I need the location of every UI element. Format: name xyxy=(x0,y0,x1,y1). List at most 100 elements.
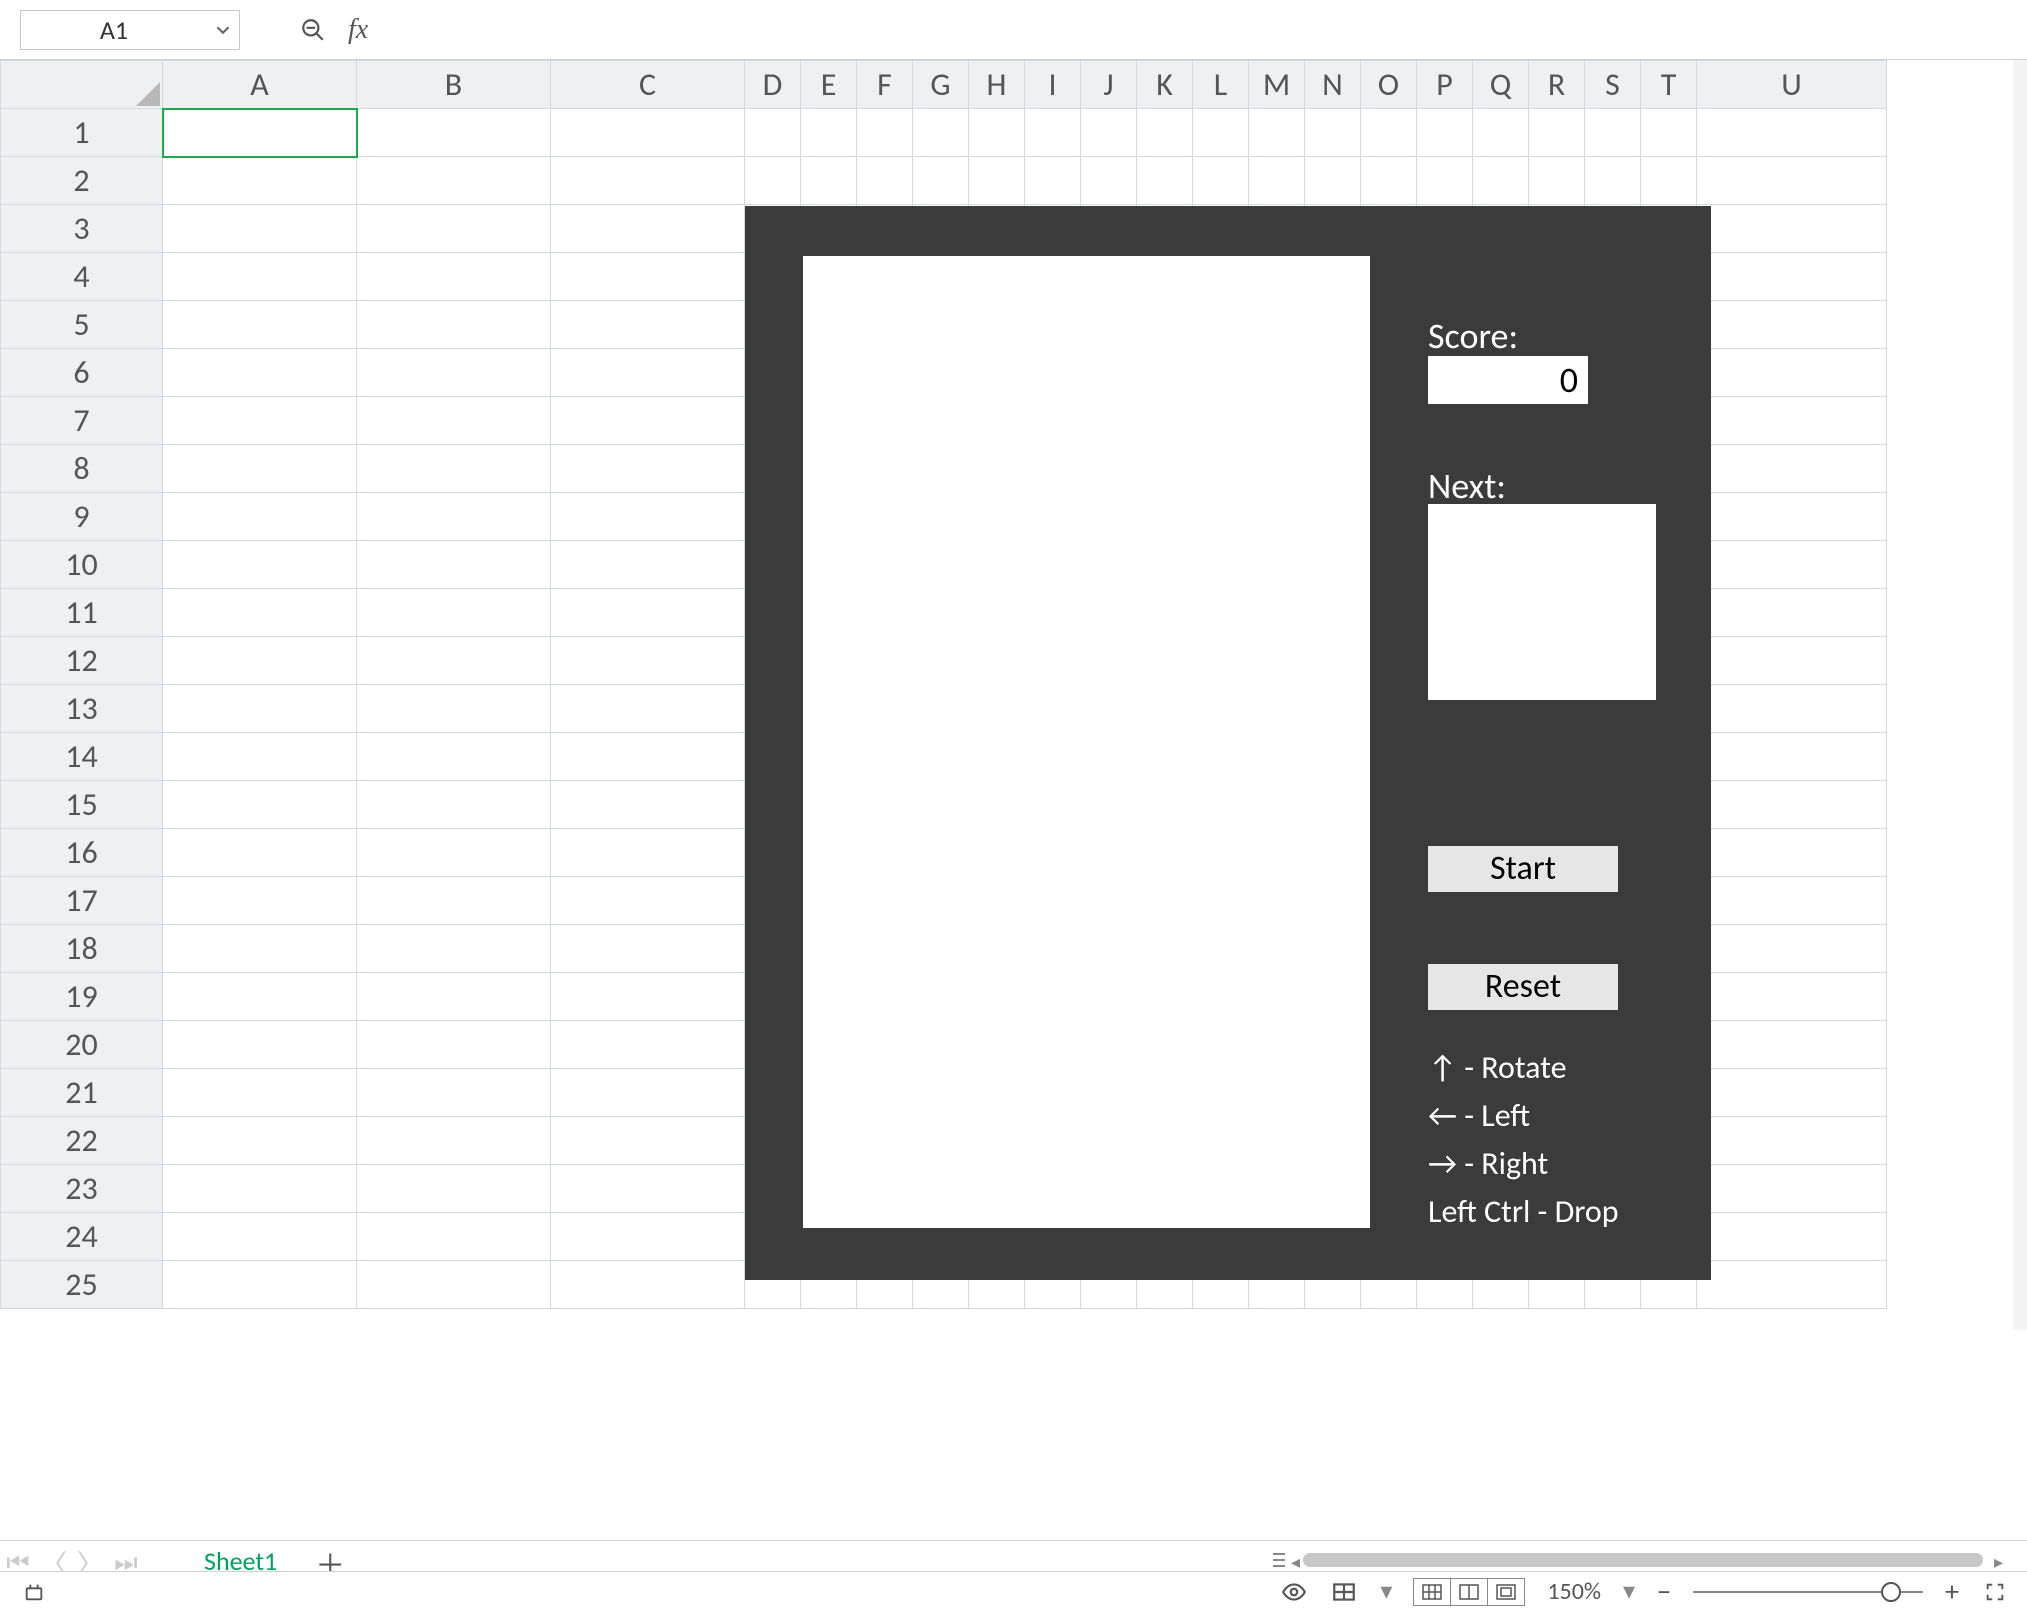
cell-B20[interactable] xyxy=(357,1021,551,1069)
cell-B25[interactable] xyxy=(357,1261,551,1309)
row-header-11[interactable]: 11 xyxy=(1,589,163,637)
cell-B18[interactable] xyxy=(357,925,551,973)
cell-C3[interactable] xyxy=(551,205,745,253)
row-header-6[interactable]: 6 xyxy=(1,349,163,397)
cell-T2[interactable] xyxy=(1641,157,1697,205)
cell-B12[interactable] xyxy=(357,637,551,685)
cell-U2[interactable] xyxy=(1697,157,1887,205)
row-header-21[interactable]: 21 xyxy=(1,1069,163,1117)
cell-C12[interactable] xyxy=(551,637,745,685)
cell-C15[interactable] xyxy=(551,781,745,829)
cell-O1[interactable] xyxy=(1361,109,1417,157)
cell-A16[interactable] xyxy=(163,829,357,877)
reset-button[interactable]: Reset xyxy=(1428,964,1618,1010)
row-header-2[interactable]: 2 xyxy=(1,157,163,205)
cell-U10[interactable] xyxy=(1697,541,1887,589)
row-header-9[interactable]: 9 xyxy=(1,493,163,541)
cell-A19[interactable] xyxy=(163,973,357,1021)
cell-C25[interactable] xyxy=(551,1261,745,1309)
row-header-18[interactable]: 18 xyxy=(1,925,163,973)
cell-P2[interactable] xyxy=(1417,157,1473,205)
cell-A24[interactable] xyxy=(163,1213,357,1261)
cell-A25[interactable] xyxy=(163,1261,357,1309)
cell-N2[interactable] xyxy=(1305,157,1361,205)
row-header-8[interactable]: 8 xyxy=(1,445,163,493)
cell-A17[interactable] xyxy=(163,877,357,925)
zoom-value[interactable]: 150% xyxy=(1547,1577,1601,1606)
cell-A8[interactable] xyxy=(163,445,357,493)
cell-C1[interactable] xyxy=(551,109,745,157)
cell-A15[interactable] xyxy=(163,781,357,829)
layout-icon[interactable] xyxy=(1330,1578,1358,1606)
row-header-1[interactable]: 1 xyxy=(1,109,163,157)
cell-B14[interactable] xyxy=(357,733,551,781)
cell-C4[interactable] xyxy=(551,253,745,301)
cell-A14[interactable] xyxy=(163,733,357,781)
cell-U14[interactable] xyxy=(1697,733,1887,781)
cell-S1[interactable] xyxy=(1585,109,1641,157)
row-header-12[interactable]: 12 xyxy=(1,637,163,685)
row-header-3[interactable]: 3 xyxy=(1,205,163,253)
cell-D1[interactable] xyxy=(745,109,801,157)
cell-L1[interactable] xyxy=(1193,109,1249,157)
zoom-dropdown-icon[interactable]: ▾ xyxy=(1623,1577,1635,1606)
row-header-25[interactable]: 25 xyxy=(1,1261,163,1309)
cell-U3[interactable] xyxy=(1697,205,1887,253)
col-header-H[interactable]: H xyxy=(969,61,1025,109)
cell-A23[interactable] xyxy=(163,1165,357,1213)
cell-B4[interactable] xyxy=(357,253,551,301)
row-header-15[interactable]: 15 xyxy=(1,781,163,829)
view-pagelayout-button[interactable] xyxy=(1450,1578,1488,1606)
col-header-R[interactable]: R xyxy=(1529,61,1585,109)
layout-dropdown-icon[interactable]: ▾ xyxy=(1380,1577,1392,1606)
zoom-slider[interactable] xyxy=(1693,1582,1923,1602)
col-header-M[interactable]: M xyxy=(1249,61,1305,109)
cell-B11[interactable] xyxy=(357,589,551,637)
cell-C21[interactable] xyxy=(551,1069,745,1117)
zoom-out-icon[interactable] xyxy=(300,17,326,43)
cell-C8[interactable] xyxy=(551,445,745,493)
cell-A7[interactable] xyxy=(163,397,357,445)
cell-B3[interactable] xyxy=(357,205,551,253)
col-header-I[interactable]: I xyxy=(1025,61,1081,109)
col-header-T[interactable]: T xyxy=(1641,61,1697,109)
vertical-scrollbar[interactable] xyxy=(2013,60,2027,1330)
cell-U13[interactable] xyxy=(1697,685,1887,733)
hscroll-thumb[interactable] xyxy=(1303,1553,1983,1567)
col-header-K[interactable]: K xyxy=(1137,61,1193,109)
cell-A10[interactable] xyxy=(163,541,357,589)
cell-U16[interactable] xyxy=(1697,829,1887,877)
cell-T1[interactable] xyxy=(1641,109,1697,157)
cell-C22[interactable] xyxy=(551,1117,745,1165)
cell-U21[interactable] xyxy=(1697,1069,1887,1117)
cell-A12[interactable] xyxy=(163,637,357,685)
row-header-10[interactable]: 10 xyxy=(1,541,163,589)
cell-I1[interactable] xyxy=(1025,109,1081,157)
cell-E1[interactable] xyxy=(801,109,857,157)
cell-A11[interactable] xyxy=(163,589,357,637)
cell-A5[interactable] xyxy=(163,301,357,349)
cell-C19[interactable] xyxy=(551,973,745,1021)
cell-P1[interactable] xyxy=(1417,109,1473,157)
cell-I2[interactable] xyxy=(1025,157,1081,205)
cell-U18[interactable] xyxy=(1697,925,1887,973)
cell-C24[interactable] xyxy=(551,1213,745,1261)
cell-O2[interactable] xyxy=(1361,157,1417,205)
hscroll-grip-icon[interactable] xyxy=(1273,1551,1285,1569)
cell-K1[interactable] xyxy=(1137,109,1193,157)
chevron-down-icon[interactable] xyxy=(207,23,239,37)
cell-A6[interactable] xyxy=(163,349,357,397)
cell-U19[interactable] xyxy=(1697,973,1887,1021)
cell-B16[interactable] xyxy=(357,829,551,877)
cell-B17[interactable] xyxy=(357,877,551,925)
cell-C13[interactable] xyxy=(551,685,745,733)
cell-B13[interactable] xyxy=(357,685,551,733)
cell-M2[interactable] xyxy=(1249,157,1305,205)
col-header-D[interactable]: D xyxy=(745,61,801,109)
cell-B1[interactable] xyxy=(357,109,551,157)
col-header-F[interactable]: F xyxy=(857,61,913,109)
col-header-B[interactable]: B xyxy=(357,61,551,109)
zoom-knob[interactable] xyxy=(1881,1582,1901,1602)
row-header-16[interactable]: 16 xyxy=(1,829,163,877)
cell-H1[interactable] xyxy=(969,109,1025,157)
